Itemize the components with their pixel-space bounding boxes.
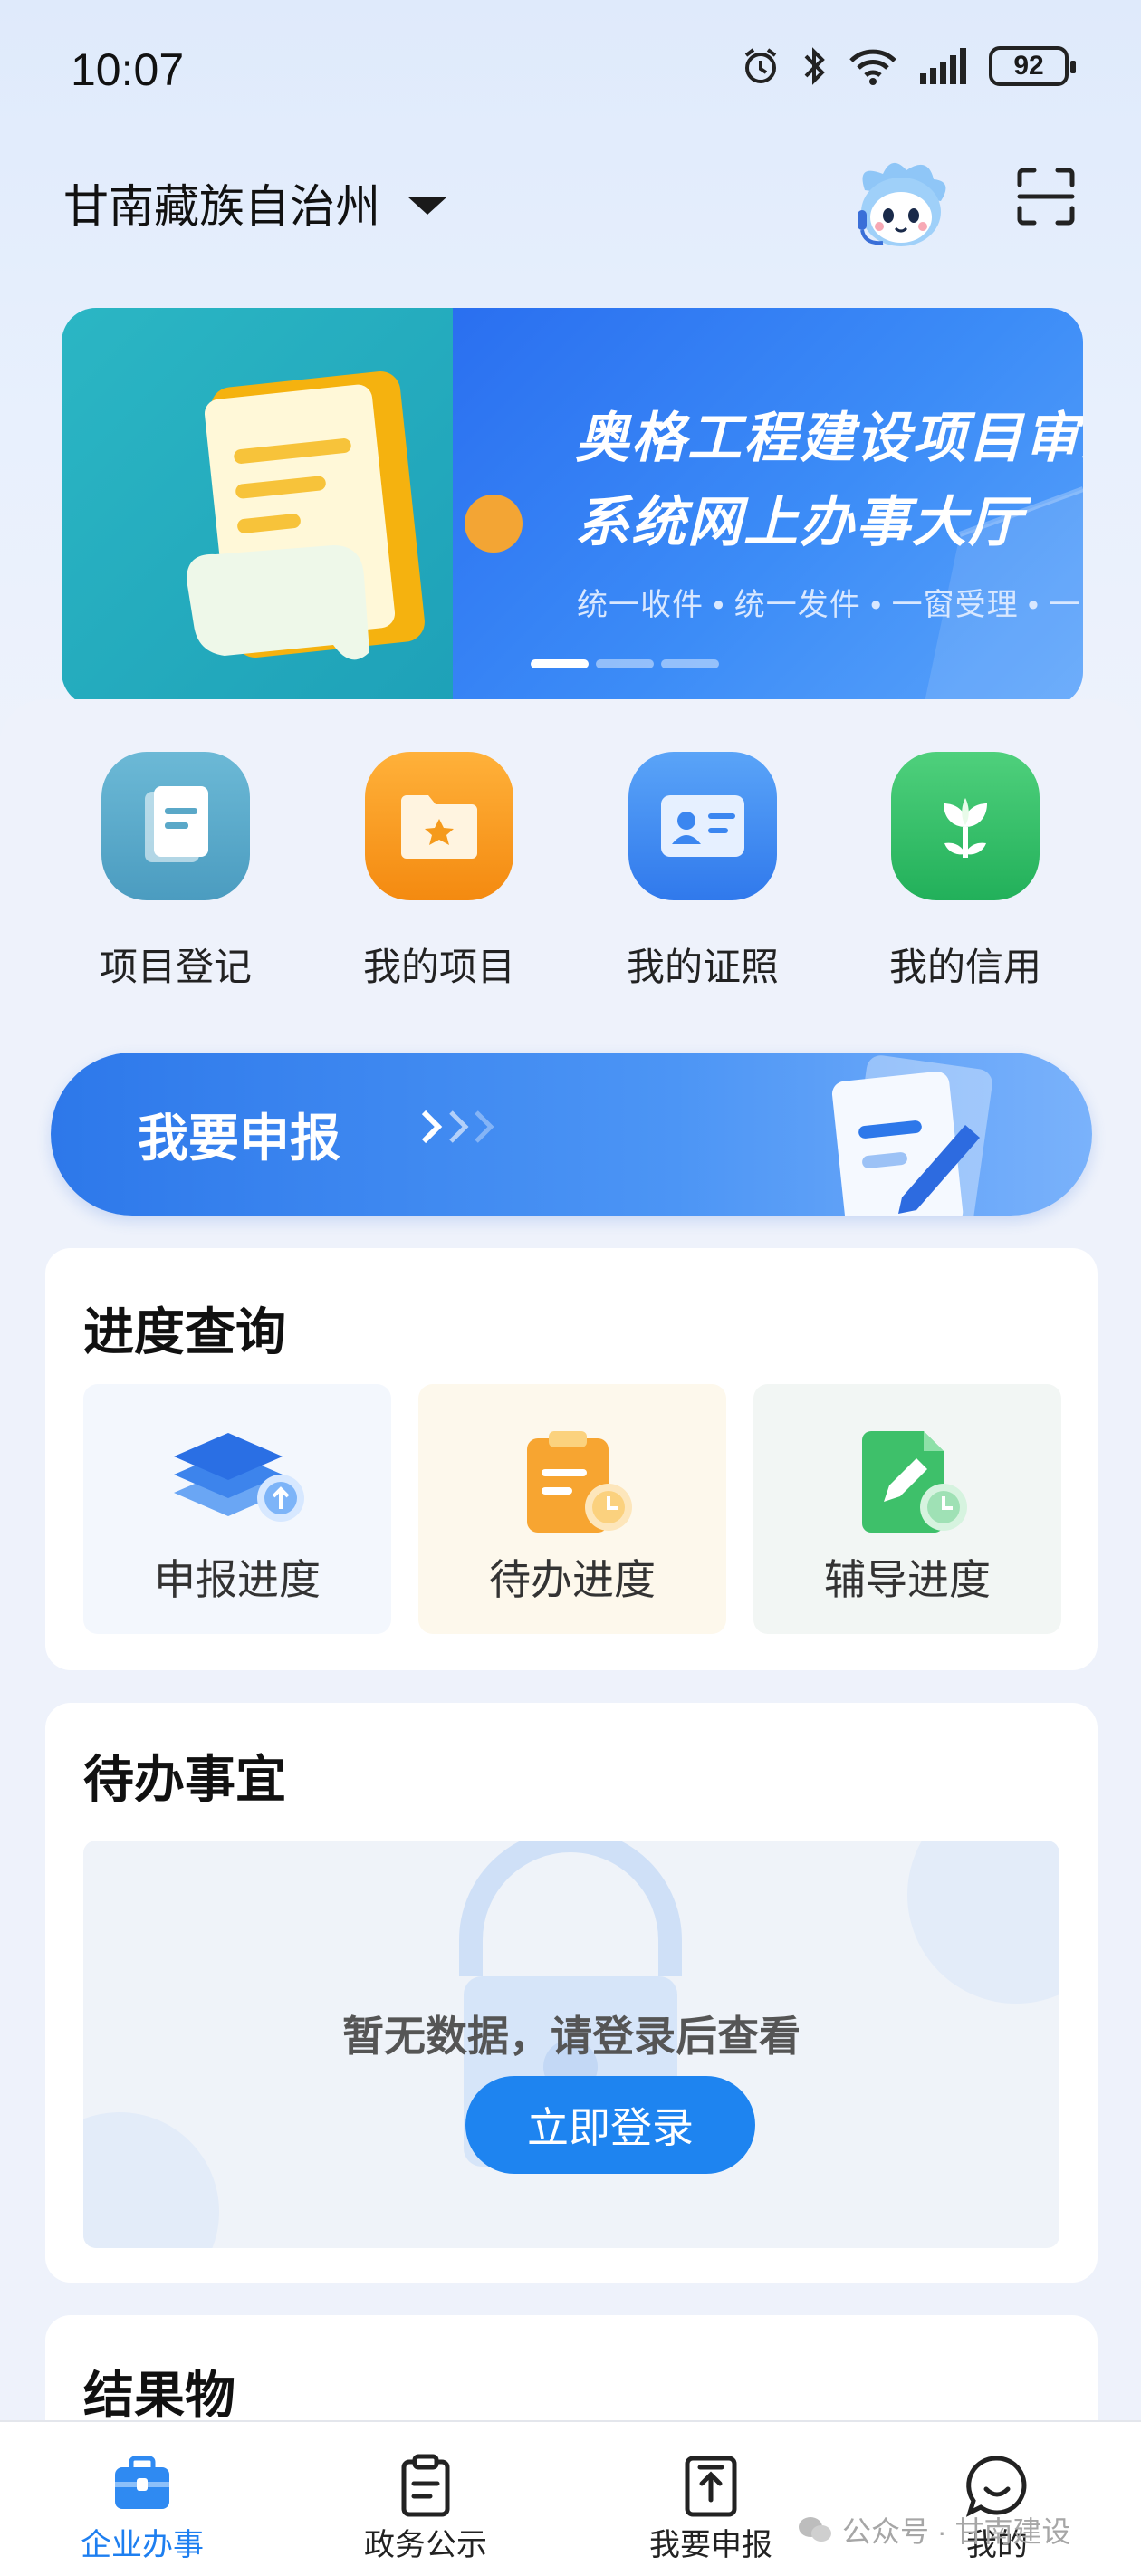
nav-label: 我要申报 xyxy=(649,2528,772,2562)
wifi-icon xyxy=(849,49,896,85)
id-card-icon xyxy=(628,752,777,900)
file-edit-clock-icon xyxy=(862,1431,967,1533)
scan-icon[interactable] xyxy=(1016,167,1076,226)
progress-item-label: 待办进度 xyxy=(489,1556,656,1603)
quick-action-my-projects[interactable]: 我的项目 xyxy=(349,752,530,992)
progress-item-apply[interactable]: 申报进度 xyxy=(83,1384,391,1634)
layers-upload-icon xyxy=(174,1433,304,1522)
location-selector[interactable]: 甘南藏族自治州 xyxy=(63,170,447,235)
caret-down-icon xyxy=(408,197,447,215)
battery-indicator: 92 xyxy=(989,46,1076,86)
bottom-nav: 企业办事 政务公示 我要申报 我的 xyxy=(0,2420,1141,2576)
briefcase-icon xyxy=(115,2456,169,2509)
quick-action-label: 项目登记 xyxy=(99,946,252,988)
nav-tab-report[interactable]: 我要申报 xyxy=(598,2422,824,2576)
status-icons: 92 xyxy=(741,45,1076,87)
progress-item-todo[interactable]: 待办进度 xyxy=(418,1384,726,1634)
login-button[interactable]: 立即登录 xyxy=(465,2076,755,2174)
progress-item-guidance[interactable]: 辅导进度 xyxy=(753,1384,1061,1634)
banner-title-line1: 奥格工程建设项目审批 xyxy=(575,408,1083,468)
watermark-text: 公众号 · 甘南建设 xyxy=(842,2515,1071,2548)
nav-label: 政务公示 xyxy=(364,2528,487,2562)
banner-pagination xyxy=(531,659,719,668)
alarm-icon xyxy=(744,48,777,83)
banner-dot[interactable] xyxy=(596,659,654,668)
progress-item-label: 辅导进度 xyxy=(824,1556,991,1603)
banner-dot-active[interactable] xyxy=(531,659,589,668)
quick-action-label: 我的项目 xyxy=(362,946,515,988)
report-banner-button[interactable]: 我要申报 xyxy=(51,1053,1092,1216)
clipboard-clock-icon xyxy=(527,1431,632,1533)
results-title: 结果物 xyxy=(83,2367,235,2424)
todo-title: 待办事宜 xyxy=(83,1751,286,1808)
report-banner-label: 我要申报 xyxy=(138,1110,340,1167)
banner-side-panel xyxy=(62,308,453,706)
promo-banner[interactable]: 奥格工程建设项目审批 系统网上办事大厅 统一收件 • 统一发件 • 一窗受理 •… xyxy=(62,308,1083,706)
pen-document-icon xyxy=(831,1055,992,1216)
status-bar: 10:07 92 xyxy=(0,0,1141,145)
quick-action-label: 我的证照 xyxy=(626,946,779,988)
signal-icon xyxy=(920,48,966,84)
banner-main-panel: 奥格工程建设项目审批 系统网上办事大厅 统一收件 • 统一发件 • 一窗受理 •… xyxy=(453,308,1083,706)
status-time: 10:07 xyxy=(71,44,185,95)
quick-action-project-register[interactable]: 项目登记 xyxy=(85,752,266,992)
nav-label: 企业办事 xyxy=(81,2528,204,2562)
quick-actions: 项目登记 我的项目 我的证照 我的信用 xyxy=(0,752,1141,996)
banner-title-line2: 系统网上办事大厅 xyxy=(575,492,1024,553)
progress-item-label: 申报进度 xyxy=(154,1556,321,1603)
folder-icon xyxy=(365,752,513,900)
quick-action-my-credit[interactable]: 我的信用 xyxy=(875,752,1056,992)
nav-tab-enterprise[interactable]: 企业办事 xyxy=(29,2422,255,2576)
todo-empty-state: 暂无数据，请登录后查看 立即登录 xyxy=(83,1841,1060,2248)
header: 甘南藏族自治州 xyxy=(0,154,1141,246)
plant-icon xyxy=(891,752,1040,900)
progress-title: 进度查询 xyxy=(83,1303,286,1360)
location-label: 甘南藏族自治州 xyxy=(63,181,380,232)
wechat-icon xyxy=(799,2517,831,2542)
todo-card: 待办事宜 暂无数据，请登录后查看 立即登录 xyxy=(45,1703,1098,2283)
clipboard-icon xyxy=(401,2454,450,2517)
document-icon xyxy=(101,752,250,900)
progress-query-card: 进度查询 申报进度 待办进度 辅导进度 xyxy=(45,1248,1098,1670)
nav-tab-public-notice[interactable]: 政务公示 xyxy=(312,2422,539,2576)
document-3d-icon xyxy=(187,371,425,660)
upload-doc-icon xyxy=(685,2456,737,2517)
assistant-avatar[interactable] xyxy=(847,154,955,254)
watermark: 公众号 · 甘南建设 xyxy=(797,2509,1070,2551)
bluetooth-icon xyxy=(804,47,825,85)
chevrons-right-icon xyxy=(421,1110,494,1144)
nav-tab-mine[interactable]: 我的 xyxy=(884,2422,1110,2576)
quick-action-my-licenses[interactable]: 我的证照 xyxy=(612,752,793,992)
banner-subtitle: 统一收件 • 统一发件 • 一窗受理 • 一网通 xyxy=(577,588,1083,622)
quick-action-label: 我的信用 xyxy=(888,946,1041,988)
empty-message: 暂无数据，请登录后查看 xyxy=(342,2013,801,2060)
banner-dot[interactable] xyxy=(661,659,719,668)
